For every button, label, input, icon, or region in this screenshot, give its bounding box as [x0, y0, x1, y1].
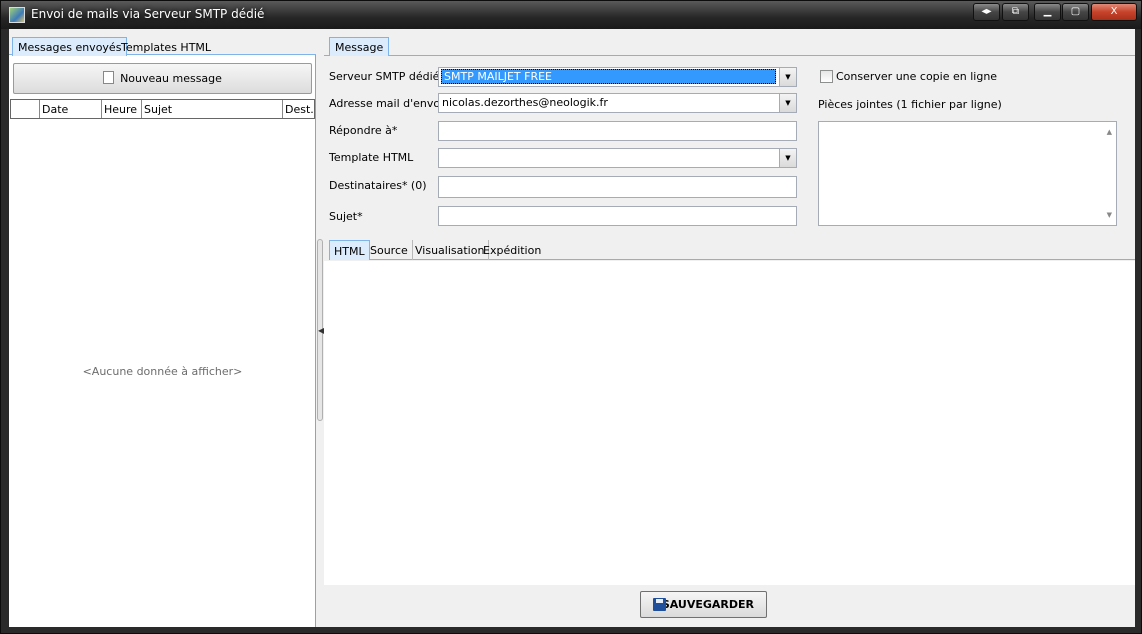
from-value: nicolas.dezorthes@neologik.fr: [442, 96, 608, 109]
keep-copy-label: Conserver une copie en ligne: [836, 70, 998, 83]
tab-messages-envoyes[interactable]: Messages envoyés: [12, 37, 128, 56]
close-button[interactable]: X: [1091, 3, 1137, 21]
title-bar[interactable]: Envoi de mails via Serveur SMTP dédié ◂▸…: [1, 1, 1141, 29]
col-date[interactable]: Date: [39, 100, 101, 118]
tab-expedition[interactable]: Expédition: [479, 240, 545, 260]
document-icon: [103, 71, 115, 84]
chevron-down-icon[interactable]: ▼: [779, 68, 796, 86]
subject-label: Sujet*: [329, 210, 363, 223]
smtp-label: Serveur SMTP dédié*: [329, 70, 445, 83]
chevron-down-icon[interactable]: ▼: [779, 149, 796, 167]
template-select[interactable]: ▼: [438, 148, 797, 168]
chevron-down-icon[interactable]: ▼: [779, 94, 796, 112]
reply-to-input[interactable]: [438, 121, 797, 141]
app-window: Envoi de mails via Serveur SMTP dédié ◂▸…: [0, 0, 1142, 634]
maximize-button[interactable]: ▢: [1062, 3, 1089, 21]
attachments-textarea[interactable]: ▲ ▼: [818, 121, 1117, 226]
scroll-up-icon[interactable]: ▲: [1107, 128, 1112, 136]
reply-to-label: Répondre à*: [329, 124, 398, 137]
app-icon: [9, 7, 25, 23]
scroll-down-icon[interactable]: ▼: [1107, 211, 1112, 219]
left-tabs: Messages envoyés Templates HTML: [9, 29, 316, 56]
from-label: Adresse mail d'envoi*: [329, 97, 449, 110]
tab-message[interactable]: Message: [329, 37, 390, 56]
empty-grid-text: <Aucune donnée à afficher>: [82, 365, 243, 378]
tab-visualisation[interactable]: Visualisation: [411, 240, 490, 260]
new-message-label: Nouveau message: [120, 72, 222, 85]
floppy-disk-icon: [653, 598, 666, 611]
subject-input[interactable]: [438, 206, 797, 226]
messages-grid-header: Date Heure Sujet Dest.: [10, 99, 315, 119]
message-tabs: Message: [324, 29, 1135, 56]
editor-tabs: HTML Source Visualisation Expédition: [329, 238, 1135, 260]
tab-html[interactable]: HTML: [329, 240, 370, 260]
col-dest[interactable]: Dest.: [282, 100, 315, 118]
save-label: SAUVEGARDER: [661, 598, 754, 611]
html-editor[interactable]: [324, 261, 1135, 585]
new-message-button[interactable]: Nouveau message: [13, 63, 312, 94]
recipients-label: Destinataires* (0): [329, 179, 427, 192]
window-title: Envoi de mails via Serveur SMTP dédié: [31, 7, 265, 21]
smtp-value: SMTP MAILJET FREE: [441, 69, 776, 84]
from-address-select[interactable]: nicolas.dezorthes@neologik.fr ▼: [438, 93, 797, 113]
message-panel: Message Serveur SMTP dédié* SMTP MAILJET…: [324, 29, 1135, 627]
keep-copy-checkbox[interactable]: [820, 70, 833, 83]
recipients-input[interactable]: [438, 176, 797, 198]
template-label: Template HTML: [329, 151, 414, 164]
tab-source[interactable]: Source: [366, 240, 413, 260]
sent-messages-panel: Messages envoyés Templates HTML Nouveau …: [9, 29, 316, 627]
attachments-label: Pièces jointes (1 fichier par ligne): [818, 98, 1002, 111]
smtp-server-select[interactable]: SMTP MAILJET FREE ▼: [438, 67, 797, 87]
minimize-button[interactable]: ▁: [1034, 3, 1061, 21]
col-sujet[interactable]: Sujet: [141, 100, 282, 118]
save-button[interactable]: SAUVEGARDER: [640, 591, 767, 618]
panel-splitter[interactable]: ◀: [317, 239, 324, 421]
tab-templates-html[interactable]: Templates HTML: [115, 37, 217, 56]
detach-button[interactable]: ⧉: [1002, 3, 1029, 21]
nav-arrows-button[interactable]: ◂▸: [973, 3, 1000, 21]
col-heure[interactable]: Heure: [101, 100, 141, 118]
client-area: Messages envoyés Templates HTML Nouveau …: [9, 29, 1135, 627]
